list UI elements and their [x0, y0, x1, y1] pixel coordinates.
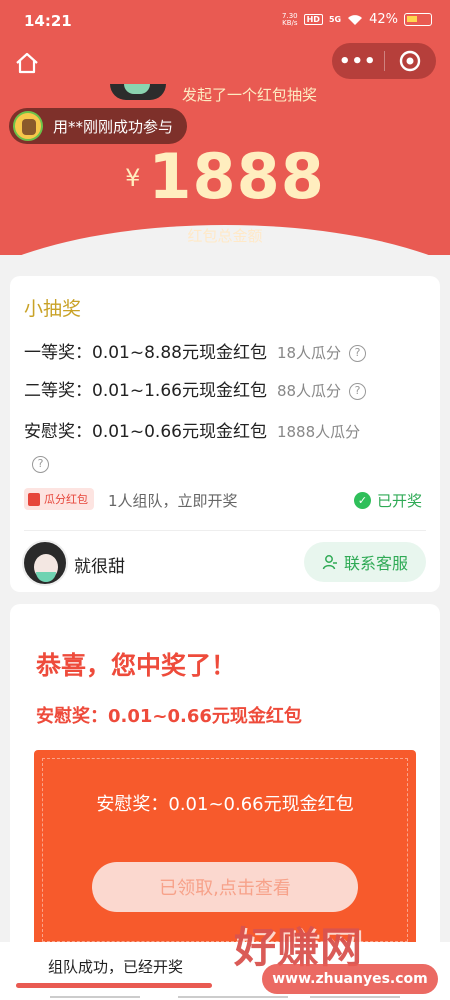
share-tag: 瓜分红包	[24, 488, 94, 510]
contact-service-label: 联系客服	[343, 554, 408, 573]
team-text: 1人组队，立即开奖	[108, 492, 238, 510]
status-bar: 14:21 7.30 KB/s HD 5G 42%	[0, 0, 450, 42]
lottery-title: 小抽奖	[24, 298, 82, 320]
host-name: 就很甜	[74, 557, 125, 577]
status-time: 14:21	[24, 12, 72, 30]
avatar	[22, 540, 68, 586]
join-toast: 用**刚刚成功参与	[9, 108, 188, 144]
team-status: 组队成功，已经开奖	[48, 958, 184, 976]
prize-name: 安慰奖：0.01~0.66元现金红包	[24, 422, 267, 442]
prize-row-consolation: 安慰奖：0.01~0.66元现金红包 1888人瓜分?	[24, 416, 428, 480]
divider	[24, 530, 426, 531]
envelope-text: 安慰奖：0.01~0.66元现金红包	[96, 794, 354, 815]
help-icon[interactable]: ?	[349, 383, 367, 400]
share-tag-label: 瓜分红包	[44, 493, 88, 506]
prize-row-second: 二等奖：0.01~1.66元现金红包 88人瓜分?	[24, 376, 367, 401]
net-speed: 7.30 KB/s	[282, 11, 298, 27]
prize-row-first: 一等奖：0.01~8.88元现金红包 18人瓜分?	[24, 338, 367, 363]
initiator-text: 发起了一个红包抽奖	[182, 86, 318, 104]
nav-indicator	[310, 996, 400, 998]
hd-icon: HD	[303, 14, 323, 25]
mini-program-capsule: •••	[332, 43, 436, 79]
prize-count: 1888人瓜分	[276, 423, 361, 441]
claimed-view-button[interactable]: 已领取,点击查看	[92, 862, 358, 912]
contact-service-button[interactable]: 联系客服	[304, 542, 426, 582]
person-icon	[322, 555, 337, 570]
join-toast-text: 用**刚刚成功参与	[53, 117, 174, 136]
win-prize: 安慰奖：0.01~0.66元现金红包	[36, 706, 302, 727]
amount-caption: 红包总金额	[187, 227, 263, 245]
prize-count: 18人瓜分	[276, 344, 342, 362]
more-dots-icon[interactable]: •••	[332, 51, 384, 72]
team-progress-bar	[16, 983, 212, 988]
nav-indicator	[50, 996, 140, 998]
status-badge: ✓ 已开奖	[353, 490, 422, 511]
currency-symbol: ¥	[125, 164, 141, 192]
target-icon[interactable]	[384, 50, 436, 72]
redpacket-icon	[28, 492, 40, 506]
wifi-icon	[348, 14, 363, 25]
battery-percent: 42%	[369, 12, 398, 27]
avatar	[13, 111, 43, 141]
help-icon[interactable]: ?	[32, 456, 49, 473]
lottery-card: 小抽奖 一等奖：0.01~8.88元现金红包 18人瓜分? 二等奖：0.01~1.…	[10, 276, 440, 592]
watermark-url: www.zhuanyes.com	[262, 964, 438, 994]
team-progress-fill	[16, 983, 212, 988]
nav-indicator	[178, 996, 288, 998]
check-icon: ✓	[353, 492, 371, 509]
status-label: 已开奖	[376, 492, 422, 510]
prize-count: 88人瓜分	[276, 382, 342, 400]
initiator-avatar	[110, 84, 166, 100]
help-icon[interactable]: ?	[349, 345, 367, 362]
prize-name: 二等奖：0.01~1.66元现金红包	[24, 381, 267, 401]
signal-icon: 5G	[328, 15, 342, 24]
win-card: 恭喜，您中奖了！ 安慰奖：0.01~0.66元现金红包 安慰奖：0.01~0.6…	[10, 604, 440, 1000]
win-title: 恭喜，您中奖了！	[36, 651, 237, 680]
total-amount: ¥1888	[0, 140, 450, 213]
battery-icon	[404, 13, 432, 26]
amount-value: 1888	[148, 140, 325, 213]
home-icon[interactable]	[12, 48, 42, 78]
status-icons: 7.30 KB/s HD 5G 42%	[282, 12, 432, 27]
prize-name: 一等奖：0.01~8.88元现金红包	[24, 343, 267, 363]
